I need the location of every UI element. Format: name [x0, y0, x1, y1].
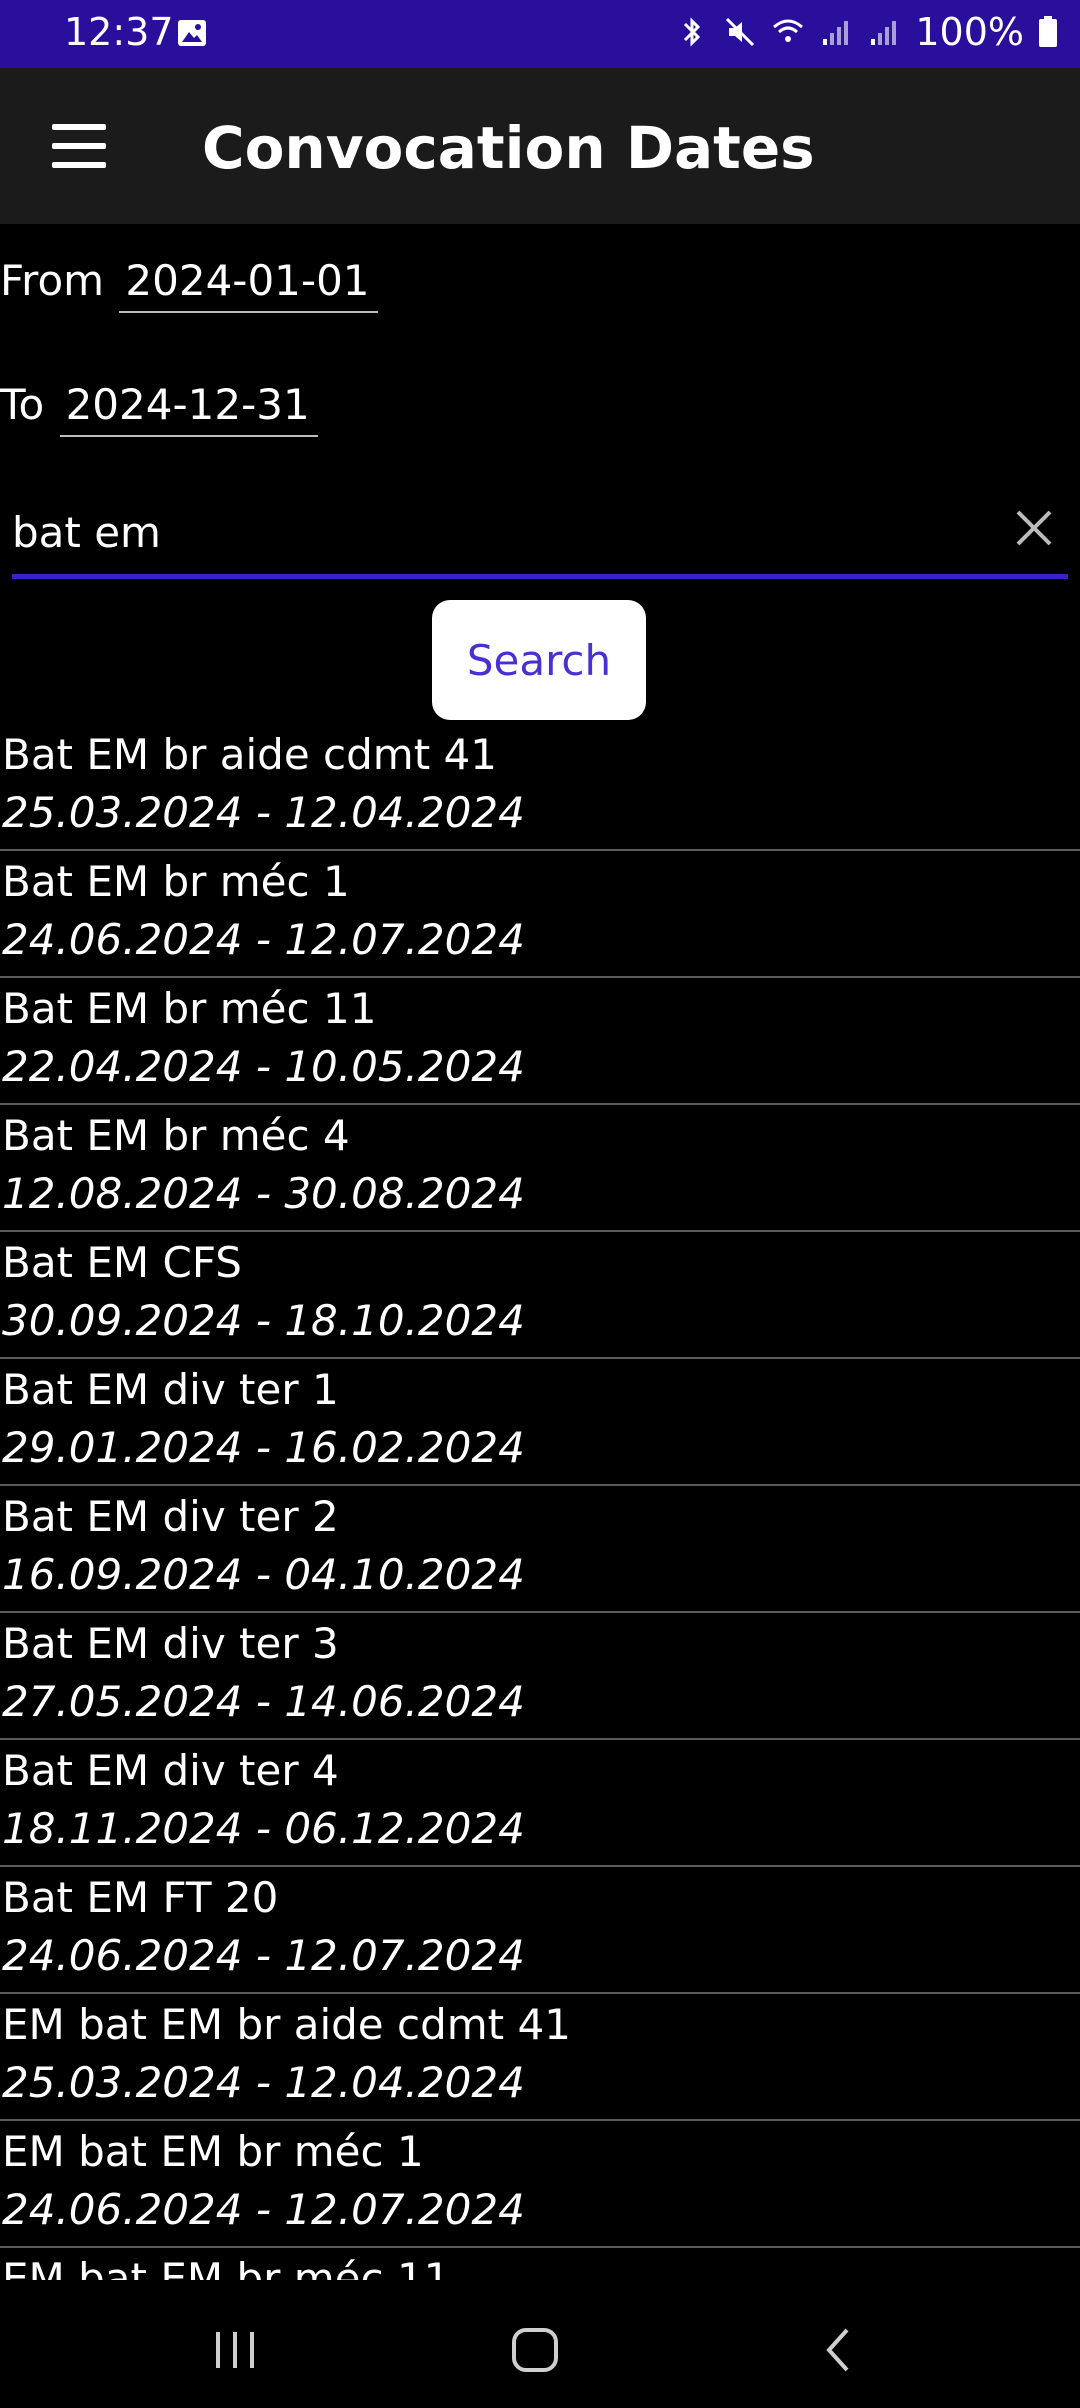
- list-item-title: Bat EM div ter 4: [2, 1746, 339, 1795]
- signal-icon: [823, 21, 849, 45]
- list-item-date-range: 18.11.2024 - 06.12.2024: [2, 1804, 525, 1853]
- list-item[interactable]: Bat EM div ter 1 29.01.2024 - 16.02.2024: [0, 1359, 1080, 1486]
- hamburger-menu-icon[interactable]: [52, 124, 106, 168]
- list-item-title: Bat EM div ter 3: [2, 1619, 339, 1668]
- gallery-notification-icon: [178, 20, 206, 46]
- list-item-title: EM bat EM br méc 1: [2, 2127, 424, 2176]
- mute-icon: [726, 17, 755, 47]
- list-item[interactable]: Bat EM FT 20 24.06.2024 - 12.07.2024: [0, 1867, 1080, 1994]
- list-item-date-range: 27.05.2024 - 14.06.2024: [2, 1677, 525, 1726]
- list-item[interactable]: EM bat EM br aide cdmt 41 25.03.2024 - 1…: [0, 1994, 1080, 2121]
- list-item[interactable]: Bat EM br aide cdmt 41 25.03.2024 - 12.0…: [0, 724, 1080, 851]
- list-item-date-range: 25.03.2024 - 12.04.2024: [2, 788, 525, 837]
- system-navigation-bar: [0, 2280, 1080, 2408]
- home-icon[interactable]: [500, 2320, 570, 2380]
- from-date-field[interactable]: 2024-01-01: [119, 256, 378, 313]
- list-item[interactable]: Bat EM div ter 4 18.11.2024 - 06.12.2024: [0, 1740, 1080, 1867]
- list-item[interactable]: EM bat EM br méc 1 24.06.2024 - 12.07.20…: [0, 2121, 1080, 2248]
- list-item-date-range: 25.03.2024 - 12.04.2024: [2, 2058, 525, 2107]
- battery-icon: [1039, 16, 1057, 47]
- status-bar: 12:37 100%: [0, 0, 1080, 68]
- search-input[interactable]: bat em: [12, 490, 1068, 579]
- list-item-title: Bat EM br méc 4: [2, 1111, 350, 1160]
- status-icons: 100%: [675, 10, 1058, 54]
- list-item[interactable]: Bat EM CFS 30.09.2024 - 18.10.2024: [0, 1232, 1080, 1359]
- list-item[interactable]: Bat EM br méc 11 22.04.2024 - 10.05.2024: [0, 978, 1080, 1105]
- list-item-date-range: 24.06.2024 - 12.07.2024: [2, 2185, 525, 2234]
- from-label: From: [0, 256, 105, 305]
- status-time: 12:37: [64, 10, 174, 54]
- results-list: Bat EM br aide cdmt 41 25.03.2024 - 12.0…: [0, 724, 1080, 2373]
- search-input-value[interactable]: bat em: [12, 508, 161, 557]
- list-item-title: Bat EM br méc 11: [2, 984, 377, 1033]
- list-item[interactable]: Bat EM div ter 2 16.09.2024 - 04.10.2024: [0, 1486, 1080, 1613]
- list-item-title: Bat EM br méc 1: [2, 857, 350, 906]
- battery-percentage: 100%: [915, 10, 1024, 54]
- list-item-title: Bat EM div ter 1: [2, 1365, 339, 1414]
- bluetooth-icon: [684, 17, 701, 47]
- app-bar: Convocation Dates: [0, 68, 1080, 224]
- to-label: To: [0, 380, 45, 429]
- list-item-title: Bat EM FT 20: [2, 1873, 279, 1922]
- wifi-icon: [773, 19, 804, 42]
- to-date-field[interactable]: 2024-12-31: [59, 380, 318, 437]
- list-item-date-range: 22.04.2024 - 10.05.2024: [2, 1042, 525, 1091]
- list-item-date-range: 24.06.2024 - 12.07.2024: [2, 915, 525, 964]
- back-icon[interactable]: [805, 2320, 875, 2380]
- page-title: Convocation Dates: [202, 114, 815, 182]
- list-item-date-range: 29.01.2024 - 16.02.2024: [2, 1423, 525, 1472]
- list-item-title: Bat EM br aide cdmt 41: [2, 730, 497, 779]
- list-item[interactable]: Bat EM br méc 1 24.06.2024 - 12.07.2024: [0, 851, 1080, 978]
- list-item-date-range: 24.06.2024 - 12.07.2024: [2, 1931, 525, 1980]
- close-icon[interactable]: [1012, 506, 1056, 550]
- signal-icon-2: [871, 21, 897, 45]
- list-item-date-range: 30.09.2024 - 18.10.2024: [2, 1296, 525, 1345]
- list-item-title: EM bat EM br aide cdmt 41: [2, 2000, 571, 2049]
- search-button[interactable]: Search: [432, 600, 646, 720]
- list-item-title: Bat EM div ter 2: [2, 1492, 339, 1541]
- from-date-row: From 2024-01-01: [0, 256, 378, 313]
- list-item-date-range: 12.08.2024 - 30.08.2024: [2, 1169, 525, 1218]
- list-item-title: Bat EM CFS: [2, 1238, 242, 1287]
- list-item-date-range: 16.09.2024 - 04.10.2024: [2, 1550, 525, 1599]
- list-item[interactable]: Bat EM div ter 3 27.05.2024 - 14.06.2024: [0, 1613, 1080, 1740]
- recents-icon[interactable]: [200, 2320, 270, 2380]
- to-date-row: To 2024-12-31: [0, 380, 318, 437]
- list-item[interactable]: Bat EM br méc 4 12.08.2024 - 30.08.2024: [0, 1105, 1080, 1232]
